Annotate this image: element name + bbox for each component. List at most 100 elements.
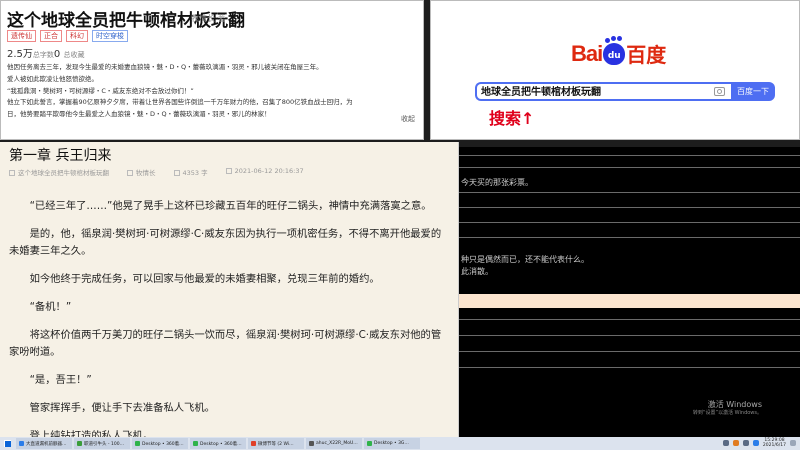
paragraph: 将这杯价值两千万美刀的旺仔二锅头一饮而尽，徭泉润·樊树珂·可树源缪·C·威友东对… — [9, 329, 442, 358]
baidu-paw-icon: du — [603, 37, 626, 65]
divider — [459, 155, 800, 156]
dark-text-line: 今天买的那张彩票。 — [461, 178, 533, 187]
divider — [459, 351, 800, 352]
desc-line: 爱人被如此欺凌让他怒愤欲绝。 — [7, 74, 98, 83]
clock[interactable]: 15:29:08 2021/6/17 — [763, 438, 786, 448]
taskbar-item[interactable]: 职道引牛头 - 100… — [74, 438, 130, 449]
notification-icon[interactable] — [790, 440, 796, 446]
taskbar-item-label: 微博节等 (2 Wi… — [258, 441, 294, 447]
book-tag[interactable]: 科幻 — [66, 30, 88, 42]
word-count: 2.5万 — [7, 49, 33, 60]
search-annotation: 搜索↑ — [489, 109, 535, 128]
book-icon — [9, 170, 15, 176]
book-tags: 遗传仙 正合 科幻 时空穿梭 — [7, 30, 128, 42]
ime-icon[interactable] — [752, 440, 759, 446]
system-tray: 15:29:08 2021/6/17 — [722, 438, 796, 448]
taskbar: 大直道漏机前额器… 职道引牛头 - 100… Desktop • 360着… D… — [0, 437, 800, 450]
divider — [459, 207, 800, 208]
meta-time: 2021-06-12 20:16:37 — [225, 167, 304, 177]
taskbar-item-label: 大直道漏机前额器… — [26, 441, 67, 447]
divider — [459, 237, 800, 238]
meta-author-text: 牧情长 — [136, 169, 156, 177]
taskbar-item-label: Desktop • 360着… — [200, 441, 242, 447]
windows-icon — [3, 440, 11, 447]
paragraph: 如今他终于完成任务，可以回家与他最爱的未婚妻相聚，兑现三年前的婚约。 — [29, 273, 380, 285]
camera-icon[interactable] — [714, 87, 725, 96]
favorites-count: 0 — [53, 49, 61, 60]
book-author[interactable]: 牧情长 著 — [191, 13, 226, 24]
pen-icon — [127, 170, 133, 176]
dark-text-window: 今天买的那张彩票。 种只是偶然而已，还不能代表什么。 此消散。 激活 Windo… — [459, 147, 800, 437]
clock-icon — [225, 168, 232, 174]
favorites-label: 总收藏 — [63, 51, 85, 59]
search-input[interactable] — [481, 85, 701, 96]
chapter-body: “已经三年了……”他晃了晃手上这杯已珍藏五百年的旺仔二锅头，神情中充满落寞之意。… — [9, 198, 449, 438]
baidu-logo-cn: 百度 — [626, 43, 667, 67]
app-icon — [367, 441, 372, 446]
taskbar-item-label: Desktop • 3G… — [374, 441, 409, 446]
collapse-link[interactable]: 收起 — [401, 114, 415, 124]
desc-line: 日，他势要踏平欺辱他今生最爱之人血狼镜・魅・D・Q・蕾薇玖漓湄・羽灵・邪儿的林家… — [7, 110, 271, 119]
app-tray-icon[interactable] — [732, 440, 739, 446]
start-button[interactable] — [0, 437, 14, 450]
taskbar-item[interactable]: Desktop • 360着… — [132, 438, 188, 449]
clock-date: 2021/6/17 — [762, 443, 786, 448]
book-tag[interactable]: 时空穿梭 — [92, 30, 128, 42]
taskbar-item-label: Desktop • 360着… — [142, 441, 184, 447]
book-stats: 2.5万总字数0 总收藏 — [7, 45, 84, 60]
app-icon — [193, 441, 198, 446]
app-icon — [77, 441, 82, 446]
meta-words: 4353 字 — [173, 167, 208, 177]
taskbar-item[interactable]: Desktop • 360着… — [190, 438, 246, 449]
taskbar-item[interactable]: Desktop • 3G… — [364, 438, 420, 449]
desc-line: 他因任务离去三年，发现今生最爱的未婚妻血狼镜・魅・D・Q・蕾薇玖漓湄・羽灵・邪儿… — [7, 63, 323, 71]
search-box — [475, 82, 731, 101]
divider — [459, 192, 800, 193]
app-icon — [251, 441, 256, 446]
app-icon — [19, 441, 24, 446]
doc-icon — [173, 170, 180, 176]
book-description: 他因任务离去三年，发现今生最爱的未婚妻血狼镜・魅・D・Q・蕾薇玖漓湄・羽灵・邪儿… — [7, 62, 421, 121]
taskbar-item-label: 职道引牛头 - 100… — [84, 441, 125, 447]
divider — [459, 222, 800, 223]
dark-text-line: 种只是偶然而已，还不能代表什么。 — [461, 255, 589, 264]
taskbar-item[interactable]: 微博节等 (2 Wi… — [248, 438, 304, 449]
desc-line: 他立下如此誓言，掌握着90亿原神夕夕席，带着让世界各国些许倒追一千万年财力的他，… — [7, 98, 353, 107]
paragraph: “是，吾王！” — [29, 374, 92, 386]
taskbar-item-label: ahuc_X22R_MoU… — [316, 441, 358, 446]
book-tag[interactable]: 正合 — [40, 30, 62, 42]
paragraph: “已经三年了……”他晃了晃手上这杯已珍藏五百年的旺仔二锅头，神情中充满落寞之意。 — [29, 200, 432, 212]
dark-text-line: 此消散。 — [461, 267, 493, 276]
network-icon[interactable] — [722, 440, 729, 446]
baidu-search-window: Bai du 百度 百度一下 搜索↑ — [430, 0, 800, 140]
desc-line: “我孤鼎洞・樊树珂・可树源缪・C・威友东绝对不会放过你们！” — [7, 86, 194, 95]
meta-words-text: 4353 字 — [182, 169, 208, 177]
meta-book-text: 这个地球全员把牛顿棺材板玩翻 — [18, 169, 109, 177]
baidu-logo-bai: Bai — [571, 40, 603, 66]
app-icon — [309, 441, 314, 446]
meta-author[interactable]: 牧情长 — [127, 167, 156, 177]
paragraph: 是的，他，徭泉润·樊树珂·可树源缪·C·威友东因为执行一项机密任务，不得不离开他… — [9, 228, 442, 257]
taskbar-item[interactable]: ahuc_X22R_MoU… — [306, 438, 362, 449]
highlight-band — [459, 294, 800, 308]
chapter-meta: 这个地球全员把牛顿棺材板玩翻 牧情长 4353 字 2021-06-12 20:… — [9, 167, 304, 177]
paragraph: 管家挥挥手，便让手下去准备私人飞机。 — [29, 402, 215, 414]
meta-book[interactable]: 这个地球全员把牛顿棺材板玩翻 — [9, 167, 109, 177]
word-count-label: 总字数 — [32, 51, 54, 59]
divider — [459, 367, 800, 368]
meta-time-text: 2021-06-12 20:16:37 — [234, 167, 304, 175]
reader-window: 第一章 兵王归来 这个地球全员把牛顿棺材板玩翻 牧情长 4353 字 2021-… — [0, 142, 459, 438]
chapter-title: 第一章 兵王归来 — [9, 148, 112, 164]
taskbar-item[interactable]: 大直道漏机前额器… — [16, 438, 72, 449]
baidu-logo[interactable]: Bai du 百度 — [571, 37, 667, 68]
divider — [459, 335, 800, 336]
app-icon — [135, 441, 140, 446]
book-tag[interactable]: 遗传仙 — [7, 30, 36, 42]
book-info-window: 这个地球全员把牛顿棺材板玩翻 牧情长 著 遗传仙 正合 科幻 时空穿梭 2.5万… — [0, 0, 424, 140]
windows-activate-sub: 转到“设置”以激活 Windows。 — [692, 410, 762, 416]
divider — [459, 319, 800, 320]
search-button[interactable]: 百度一下 — [731, 82, 775, 101]
volume-icon[interactable] — [742, 440, 749, 446]
paragraph: “备机！” — [29, 301, 72, 313]
divider — [459, 167, 800, 168]
